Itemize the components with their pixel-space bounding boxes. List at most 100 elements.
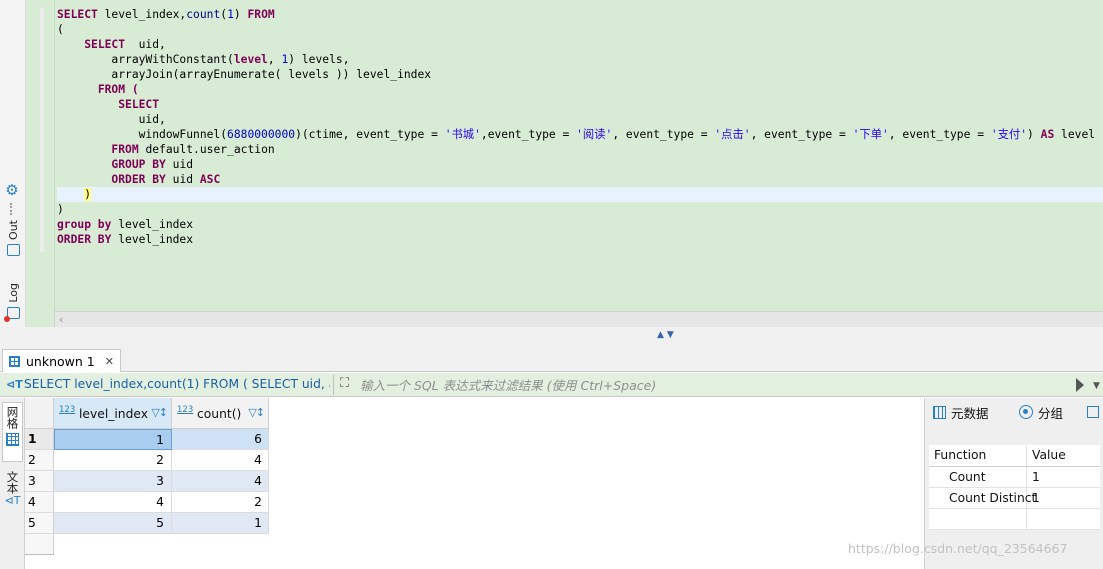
- cell-level-index[interactable]: 4: [54, 492, 172, 513]
- aggregate-row[interactable]: Count 1: [929, 467, 1100, 488]
- collapse-arrows-icon[interactable]: ▲▼: [657, 330, 677, 340]
- row-number-header[interactable]: [25, 398, 54, 429]
- apply-filter-icon[interactable]: [1076, 378, 1084, 392]
- tab-more[interactable]: [1085, 398, 1103, 426]
- function-header[interactable]: Function: [929, 445, 1027, 466]
- log-icon: [3, 306, 20, 322]
- code-line[interactable]: FROM (: [57, 82, 1103, 97]
- row-number: 5: [25, 513, 54, 534]
- table-row[interactable]: 3 3 4: [25, 471, 269, 492]
- column-name: count(): [197, 407, 242, 421]
- text-view-label: 文本: [5, 471, 20, 494]
- empty-row: [25, 534, 269, 555]
- filter-input[interactable]: [360, 376, 1060, 394]
- output-tab-label: Out: [6, 220, 20, 240]
- gear-icon[interactable]: ⚙: [4, 182, 20, 198]
- code-line[interactable]: group by level_index: [57, 217, 1103, 232]
- grouping-icon: [1019, 405, 1033, 419]
- cell-count[interactable]: 1: [172, 513, 269, 534]
- code-line[interactable]: SELECT level_index,count(1) FROM: [57, 7, 1103, 22]
- value-header[interactable]: Value: [1027, 445, 1100, 466]
- log-tab[interactable]: Log: [2, 283, 24, 322]
- column-name: level_index: [79, 407, 149, 421]
- cell-level-index[interactable]: 5: [54, 513, 172, 534]
- text-view-tab[interactable]: 文本 ⊲T: [2, 468, 23, 520]
- sql-code[interactable]: SELECT level_index,count(1) FROM( SELECT…: [57, 7, 1103, 247]
- grid-view-label: 网格: [5, 406, 20, 429]
- function-value: 1: [1032, 470, 1040, 484]
- grid-header: 123 level_index ▽↕ 123 count() ▽↕: [25, 398, 269, 429]
- editor-gutter: [26, 0, 55, 327]
- aggregate-table: Function Value Count 1 Count Distinct 1: [929, 445, 1100, 530]
- code-line[interactable]: ORDER BY level_index: [57, 232, 1103, 247]
- panel-splitter[interactable]: ▲▼: [0, 327, 1103, 347]
- divider: [333, 375, 334, 395]
- code-line[interactable]: SELECT uid,: [57, 37, 1103, 52]
- column-header-level-index[interactable]: 123 level_index ▽↕: [54, 398, 172, 429]
- code-line[interactable]: ): [57, 202, 1103, 217]
- cell-count[interactable]: 6: [172, 429, 269, 450]
- output-tab[interactable]: Out: [2, 220, 24, 256]
- code-line[interactable]: ): [57, 187, 1103, 202]
- function-name: Count Distinct: [929, 488, 1036, 508]
- tab-metadata-label: 元数据: [951, 405, 989, 421]
- cell-level-index[interactable]: 2: [54, 450, 172, 471]
- sql-editor[interactable]: SELECT level_index,count(1) FROM( SELECT…: [26, 0, 1103, 327]
- code-line[interactable]: FROM default.user_action: [57, 142, 1103, 157]
- cell-count[interactable]: 4: [172, 471, 269, 492]
- query-block-marker: [40, 8, 44, 252]
- cell-level-index[interactable]: 1: [54, 429, 172, 450]
- editor-side-toolbar: ⚙ Out Log: [0, 0, 26, 327]
- panel-icon: [1087, 406, 1099, 418]
- close-icon[interactable]: ✕: [105, 355, 114, 368]
- cell-count[interactable]: 4: [172, 450, 269, 471]
- code-line[interactable]: arrayJoin(arrayEnumerate( levels )) leve…: [57, 67, 1103, 82]
- table-row[interactable]: 4 4 2: [25, 492, 269, 513]
- table-row[interactable]: 5 5 1: [25, 513, 269, 534]
- code-line[interactable]: ORDER BY uid ASC: [57, 172, 1103, 187]
- results-tab-bar: unknown 1 ✕: [0, 347, 1103, 372]
- code-line[interactable]: uid,: [57, 112, 1103, 127]
- row-number: 2: [25, 450, 54, 471]
- row-number: 1: [25, 429, 54, 450]
- numeric-type-icon: 123: [177, 405, 194, 415]
- expand-icon[interactable]: ⛶: [340, 376, 356, 392]
- row-number: 4: [25, 492, 54, 513]
- cell-count[interactable]: 2: [172, 492, 269, 513]
- code-line[interactable]: (: [57, 22, 1103, 37]
- function-value: 1: [1032, 491, 1040, 505]
- tab-grouping-label: 分组: [1038, 405, 1064, 421]
- results-view-switcher: 网格 文本 ⊲T: [0, 398, 25, 569]
- output-icon: [6, 243, 20, 256]
- drag-handle-icon[interactable]: [10, 203, 14, 215]
- code-line[interactable]: GROUP BY uid: [57, 157, 1103, 172]
- tab-metadata[interactable]: 元数据: [925, 398, 1011, 426]
- chevron-down-icon[interactable]: ▼: [1093, 381, 1100, 391]
- sql-icon: ⊲T: [6, 378, 23, 391]
- cell-level-index[interactable]: 3: [54, 471, 172, 492]
- grid-body: 1 1 6 2 2 4 3 3 4 4 4 2 5 5 1: [25, 429, 269, 555]
- side-panel-tabs: 元数据 分组: [925, 398, 1103, 426]
- query-preview[interactable]: SELECT level_index,count(1) FROM ( SELEC…: [24, 377, 330, 391]
- numeric-type-icon: 123: [59, 405, 76, 415]
- aggregate-row[interactable]: Count Distinct 1: [929, 488, 1100, 509]
- scroll-left-icon[interactable]: ‹: [59, 313, 63, 326]
- filter-sort-icon[interactable]: ▽↕: [248, 406, 265, 419]
- results-grid[interactable]: 123 level_index ▽↕ 123 count() ▽↕ 1 1 6 …: [25, 398, 923, 569]
- tab-grouping[interactable]: 分组: [1011, 398, 1085, 426]
- results-tab[interactable]: unknown 1 ✕: [2, 349, 121, 372]
- table-row[interactable]: 2 2 4: [25, 450, 269, 471]
- row-number: [25, 534, 54, 555]
- table-row[interactable]: 1 1 6: [25, 429, 269, 450]
- editor-horizontal-scrollbar[interactable]: ‹: [55, 311, 1103, 327]
- grid-view-tab[interactable]: 网格: [2, 402, 23, 462]
- code-line[interactable]: windowFunnel(6880000000)(ctime, event_ty…: [57, 127, 1103, 142]
- filter-sort-icon[interactable]: ▽↕: [151, 406, 168, 419]
- code-line[interactable]: arrayWithConstant(level, 1) levels,: [57, 52, 1103, 67]
- filter-bar: ⊲T SELECT level_index,count(1) FROM ( SE…: [0, 373, 1103, 397]
- code-line[interactable]: SELECT: [57, 97, 1103, 112]
- column-header-count[interactable]: 123 count() ▽↕: [172, 398, 269, 429]
- watermark: https://blog.csdn.net/qq_23564667: [848, 541, 1068, 556]
- row-number: 3: [25, 471, 54, 492]
- log-tab-label: Log: [6, 283, 20, 303]
